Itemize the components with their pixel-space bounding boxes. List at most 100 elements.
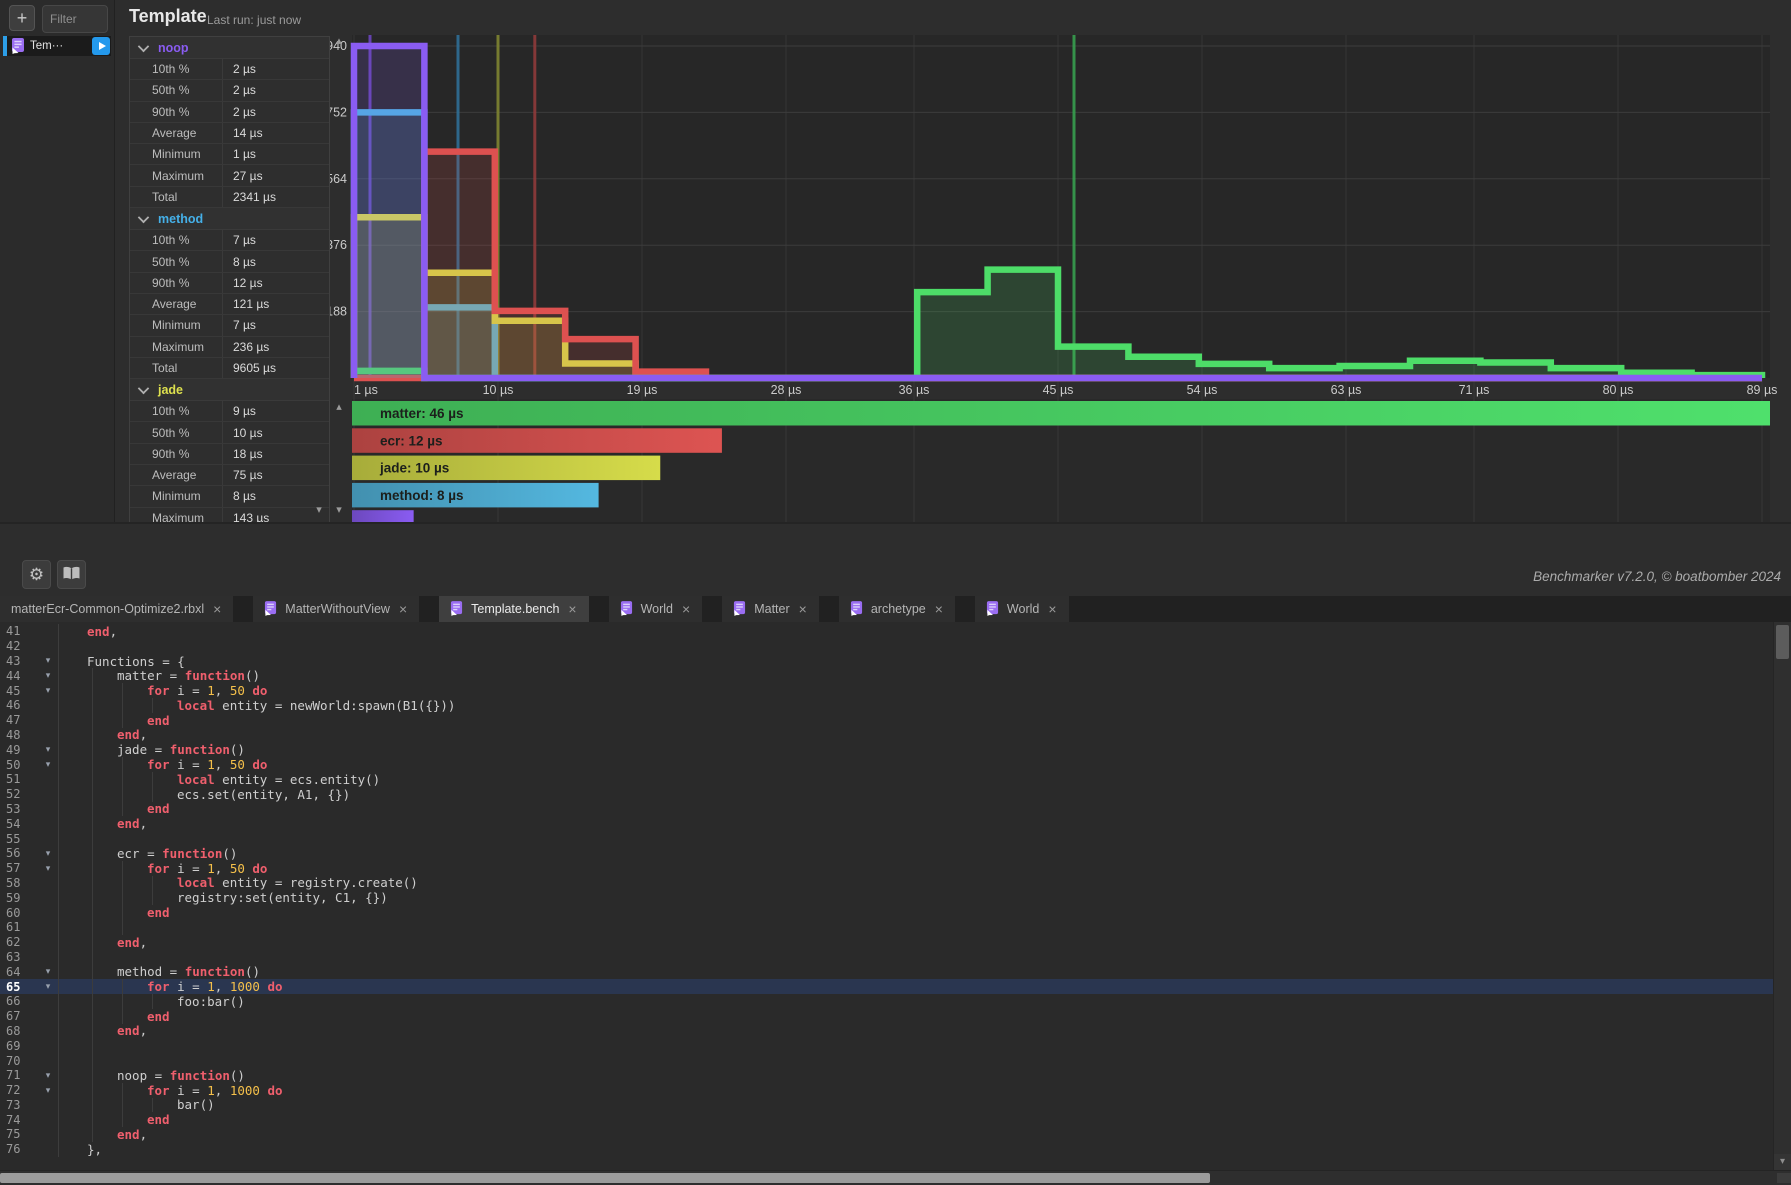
code-line-41[interactable]: 41end, bbox=[0, 624, 1774, 639]
code-line-49[interactable]: 49▾jade = function() bbox=[0, 742, 1774, 757]
code-line-71[interactable]: 71▾noop = function() bbox=[0, 1068, 1774, 1083]
fold-arrow-icon[interactable]: ▾ bbox=[38, 863, 58, 874]
token: local bbox=[177, 698, 215, 713]
tab-template-bench[interactable]: Template.bench× bbox=[439, 596, 588, 622]
code-line-68[interactable]: 68end, bbox=[0, 1024, 1774, 1039]
line-number: 55 bbox=[0, 832, 38, 846]
indent-guide bbox=[152, 876, 153, 891]
chart-scroll-down-icon[interactable]: ▾ bbox=[332, 505, 346, 516]
code-line-65[interactable]: 65▾for i = 1, 1000 do bbox=[0, 979, 1774, 994]
legend-scroll-up-icon[interactable]: ▴ bbox=[332, 402, 346, 413]
indent-guide bbox=[92, 802, 93, 817]
fold-arrow-icon[interactable]: ▾ bbox=[38, 848, 58, 859]
close-icon[interactable]: × bbox=[799, 602, 807, 616]
code-line-45[interactable]: 45▾for i = 1, 50 do bbox=[0, 683, 1774, 698]
docs-button[interactable] bbox=[57, 560, 86, 589]
tab-matterwithoutview[interactable]: MatterWithoutView× bbox=[253, 596, 419, 622]
token: jade = bbox=[117, 742, 170, 757]
code-line-53[interactable]: 53end bbox=[0, 802, 1774, 817]
code-line-75[interactable]: 75end, bbox=[0, 1127, 1774, 1142]
stat-value: 9605 µs bbox=[222, 358, 329, 378]
benchmark-list-item[interactable]: Tem··· bbox=[3, 36, 111, 56]
code-line-66[interactable]: 66foo:bar() bbox=[0, 994, 1774, 1009]
script-icon bbox=[264, 601, 278, 617]
fold-arrow-icon[interactable]: ▾ bbox=[38, 1070, 58, 1081]
scrollbar-thumb[interactable] bbox=[0, 1173, 1210, 1183]
fold-arrow-icon[interactable]: ▾ bbox=[38, 981, 58, 992]
stats-section-header-noop[interactable]: noop bbox=[130, 37, 329, 59]
fold-arrow-icon[interactable]: ▾ bbox=[38, 744, 58, 755]
code-line-42[interactable]: 42 bbox=[0, 639, 1774, 654]
code-line-74[interactable]: 74end bbox=[0, 1112, 1774, 1127]
code-line-46[interactable]: 46local entity = newWorld:spawn(B1({})) bbox=[0, 698, 1774, 713]
fold-arrow-icon[interactable]: ▾ bbox=[38, 685, 58, 696]
code-line-44[interactable]: 44▾matter = function() bbox=[0, 668, 1774, 683]
code-line-70[interactable]: 70 bbox=[0, 1053, 1774, 1068]
close-icon[interactable]: × bbox=[399, 602, 407, 616]
code-line-52[interactable]: 52ecs.set(entity, A1, {}) bbox=[0, 787, 1774, 802]
fold-arrow-icon[interactable]: ▾ bbox=[38, 759, 58, 770]
fold-arrow-icon[interactable]: ▾ bbox=[38, 1085, 58, 1096]
fold-arrow-icon[interactable]: ▾ bbox=[38, 670, 58, 681]
editor-vertical-scrollbar[interactable]: ▾ bbox=[1773, 622, 1791, 1170]
stat-row-noop-10th: 10th %2 µs bbox=[130, 59, 329, 80]
code-line-55[interactable]: 55 bbox=[0, 831, 1774, 846]
fold-arrow-icon[interactable]: ▾ bbox=[38, 655, 58, 666]
fold-arrow-icon[interactable]: ▾ bbox=[38, 966, 58, 977]
stat-label: Average bbox=[130, 126, 222, 140]
code-line-69[interactable]: 69 bbox=[0, 1038, 1774, 1053]
tab-matter[interactable]: Matter× bbox=[722, 596, 819, 622]
code-line-76[interactable]: 76}, bbox=[0, 1142, 1774, 1157]
indent-guide bbox=[92, 1068, 93, 1083]
code-line-50[interactable]: 50▾for i = 1, 50 do bbox=[0, 757, 1774, 772]
token: do bbox=[252, 861, 267, 876]
resize-corner[interactable] bbox=[1777, 1173, 1791, 1183]
code-line-48[interactable]: 48end, bbox=[0, 728, 1774, 743]
run-benchmark-button[interactable] bbox=[92, 37, 110, 55]
script-icon bbox=[850, 601, 864, 617]
close-icon[interactable]: × bbox=[1048, 602, 1056, 616]
code-line-47[interactable]: 47end bbox=[0, 713, 1774, 728]
stats-section-header-method[interactable]: method bbox=[130, 208, 329, 230]
tab-matterecr-common-optimize2-rbxl[interactable]: matterEcr-Common-Optimize2.rbxl× bbox=[0, 596, 233, 622]
code-line-60[interactable]: 60end bbox=[0, 905, 1774, 920]
stats-section-header-jade[interactable]: jade bbox=[130, 379, 329, 401]
code-line-64[interactable]: 64▾method = function() bbox=[0, 964, 1774, 979]
code-line-56[interactable]: 56▾ecr = function() bbox=[0, 846, 1774, 861]
close-icon[interactable]: × bbox=[213, 602, 221, 616]
code-line-54[interactable]: 54end, bbox=[0, 816, 1774, 831]
add-benchmark-button[interactable]: + bbox=[9, 5, 35, 31]
code-line-59[interactable]: 59registry:set(entity, C1, {}) bbox=[0, 890, 1774, 905]
code-line-62[interactable]: 62end, bbox=[0, 935, 1774, 950]
code-editor[interactable]: 41end,4243▾Functions = {44▾matter = func… bbox=[0, 622, 1791, 1170]
indent-guide bbox=[92, 876, 93, 891]
code-line-67[interactable]: 67end bbox=[0, 1009, 1774, 1024]
code-line-57[interactable]: 57▾for i = 1, 50 do bbox=[0, 861, 1774, 876]
stat-label: Average bbox=[130, 468, 222, 482]
chart-scroll-up-icon[interactable]: ▴ bbox=[332, 36, 346, 47]
close-icon[interactable]: × bbox=[682, 602, 690, 616]
code-text: Functions = { bbox=[58, 654, 1774, 669]
x-tick-label: 10 µs bbox=[483, 383, 514, 397]
token: () bbox=[222, 846, 237, 861]
settings-button[interactable]: ⚙ bbox=[22, 560, 51, 589]
filter-input[interactable] bbox=[43, 6, 107, 32]
code-line-72[interactable]: 72▾for i = 1, 1000 do bbox=[0, 1083, 1774, 1098]
tab-world[interactable]: World× bbox=[975, 596, 1069, 622]
close-icon[interactable]: × bbox=[935, 602, 943, 616]
code-line-58[interactable]: 58local entity = registry.create() bbox=[0, 876, 1774, 891]
code-line-51[interactable]: 51local entity = ecs.entity() bbox=[0, 772, 1774, 787]
code-line-73[interactable]: 73bar() bbox=[0, 1098, 1774, 1113]
tab-archetype[interactable]: archetype× bbox=[839, 596, 955, 622]
stat-value: 2341 µs bbox=[222, 187, 329, 207]
code-line-63[interactable]: 63 bbox=[0, 950, 1774, 965]
scroll-down-icon[interactable]: ▾ bbox=[1774, 1154, 1791, 1170]
close-icon[interactable]: × bbox=[568, 602, 576, 616]
code-line-61[interactable]: 61 bbox=[0, 920, 1774, 935]
scrollbar-thumb[interactable] bbox=[1776, 625, 1789, 659]
stats-scroll-down-icon[interactable]: ▾ bbox=[312, 505, 326, 516]
tab-world[interactable]: World× bbox=[609, 596, 703, 622]
editor-horizontal-scrollbar[interactable] bbox=[0, 1170, 1791, 1185]
code-line-43[interactable]: 43▾Functions = { bbox=[0, 654, 1774, 669]
token: Functions = { bbox=[87, 654, 185, 669]
